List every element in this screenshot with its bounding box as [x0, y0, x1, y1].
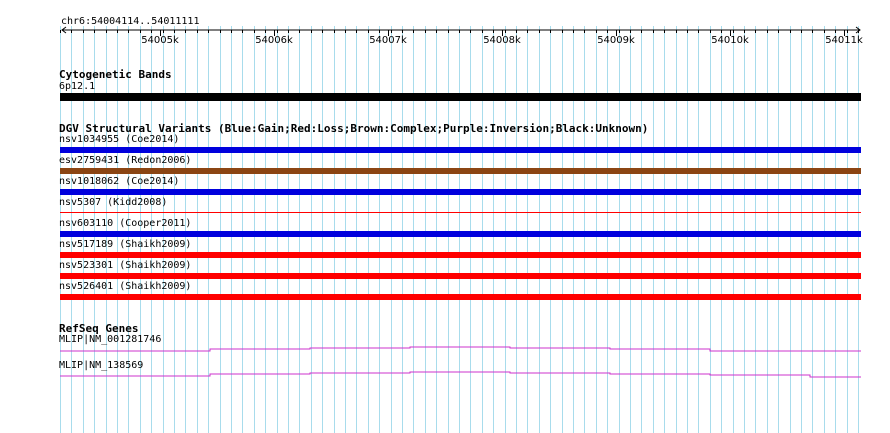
ruler-tick-label: 54006k	[255, 35, 293, 46]
dgv-feature-label: esv2759431 (Redon2006)	[59, 155, 192, 166]
dgv-feature-bar[interactable]	[60, 231, 861, 237]
dgv-feature-label: nsv1018062 (Coe2014)	[59, 176, 180, 187]
dgv-feature-bar[interactable]	[60, 189, 861, 195]
ruler-tick-label: 54008k	[483, 35, 521, 46]
dgv-feature-bar[interactable]	[60, 273, 861, 279]
ruler-tick-label: 54011k	[825, 35, 863, 46]
dgv-feature-label: nsv603110 (Cooper2011)	[59, 218, 192, 229]
dgv-feature-label: nsv526401 (Shaikh2009)	[59, 281, 192, 292]
cytoband-bar[interactable]	[60, 93, 861, 101]
cytoband-track-title: Cytogenetic Bands	[59, 68, 172, 81]
dgv-feature-bar[interactable]	[60, 212, 861, 213]
ruler-tick-label: 54005k	[141, 35, 179, 46]
dgv-feature-label: nsv523301 (Shaikh2009)	[59, 260, 192, 271]
ruler-axis	[60, 26, 861, 36]
ruler-tick-label: 54007k	[369, 35, 407, 46]
dgv-feature-label: nsv517189 (Shaikh2009)	[59, 239, 192, 250]
gene-model[interactable]	[0, 340, 890, 360]
cytoband-label: 6p12.1	[59, 81, 96, 92]
gene-model[interactable]	[0, 366, 890, 386]
dgv-feature-bar[interactable]	[60, 147, 861, 153]
ruler-tick-label: 54010k	[711, 35, 749, 46]
dgv-feature-bar[interactable]	[60, 294, 861, 300]
dgv-feature-bar[interactable]	[60, 252, 861, 258]
dgv-feature-label: nsv1034955 (Coe2014)	[59, 134, 180, 145]
dgv-feature-label: nsv5307 (Kidd2008)	[59, 197, 168, 208]
dgv-feature-bar[interactable]	[60, 168, 861, 174]
ruler-tick-label: 54009k	[597, 35, 635, 46]
